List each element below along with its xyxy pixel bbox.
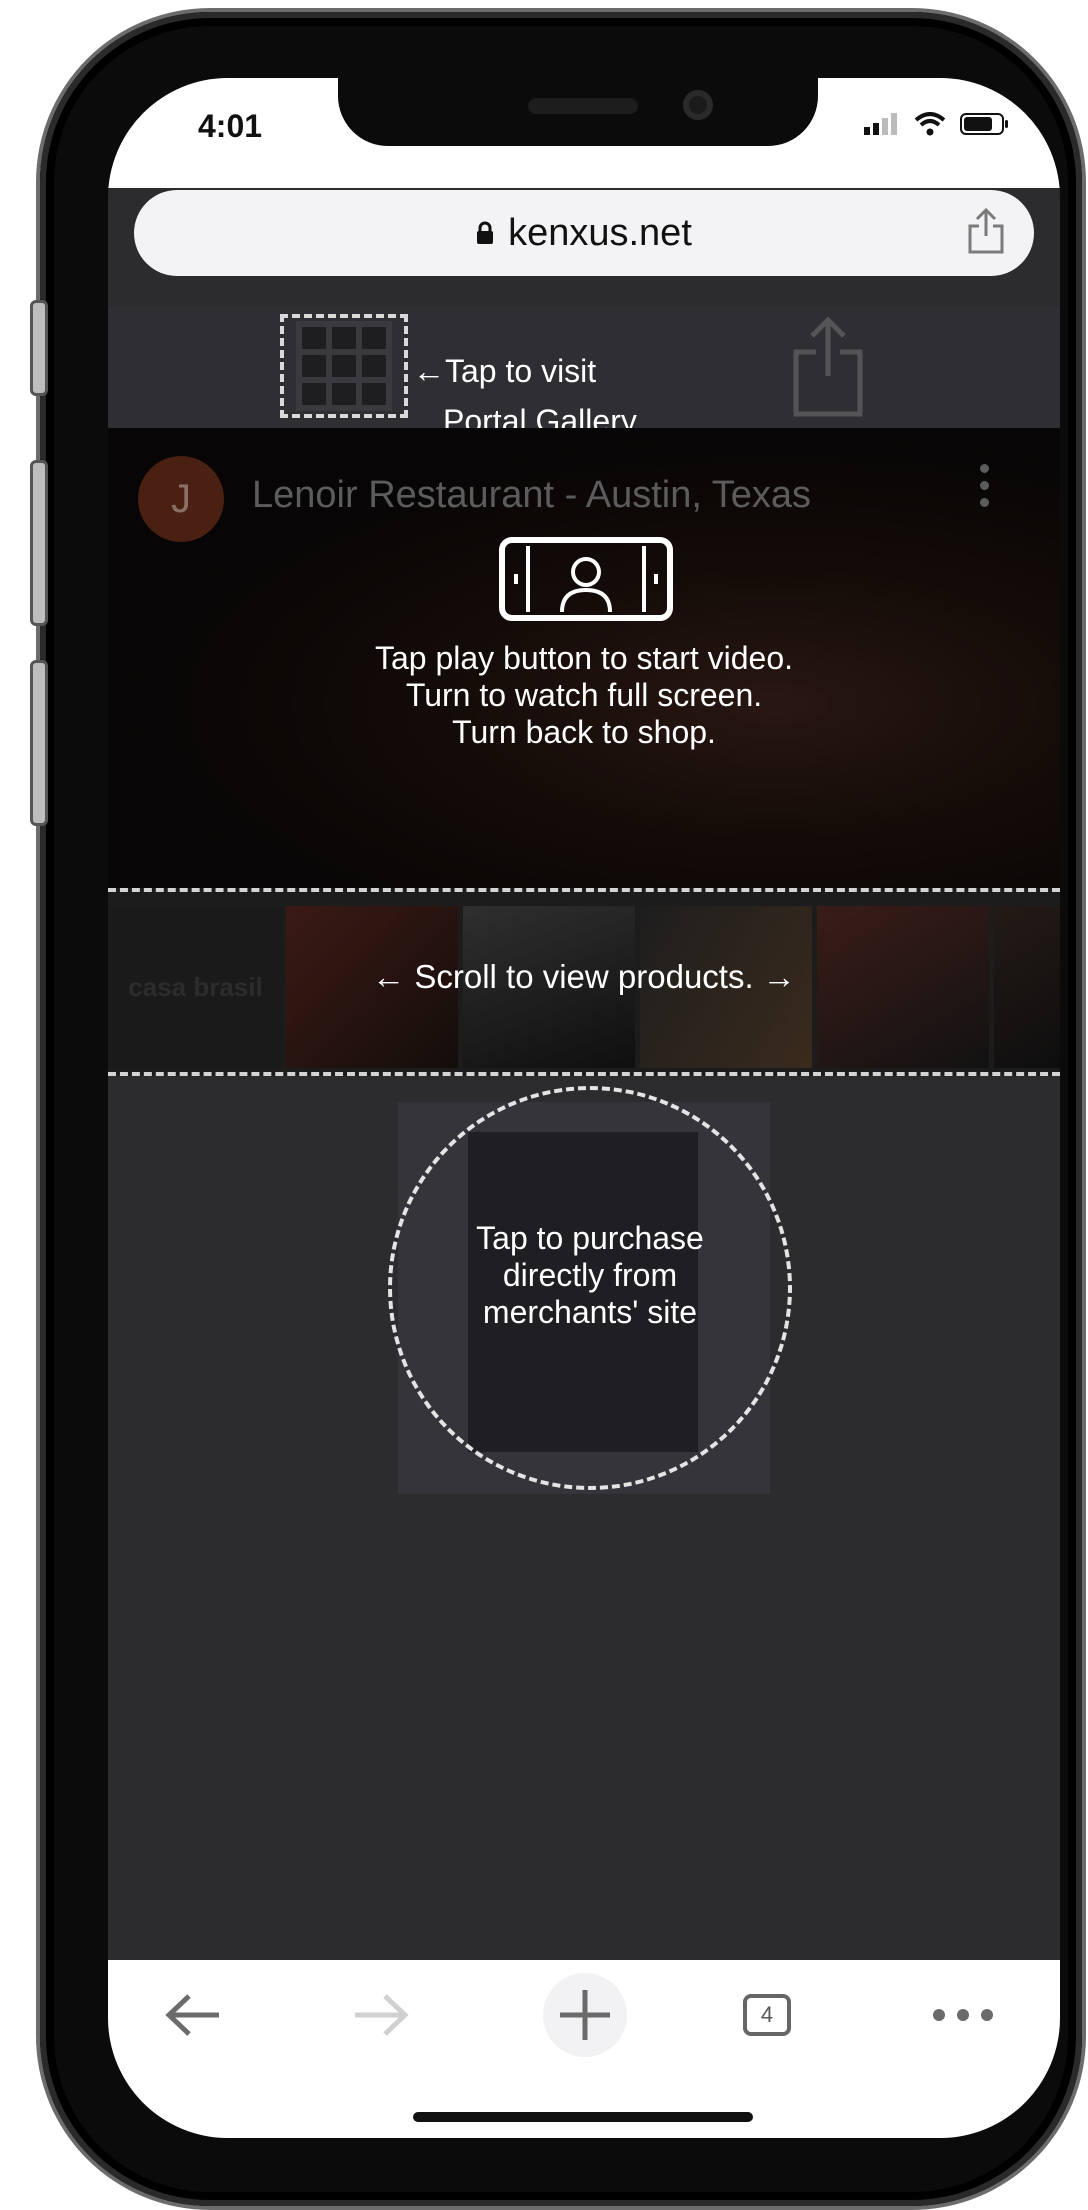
tabs-button[interactable]: 4: [722, 1980, 812, 2050]
scroll-hint: ← Scroll to view products. →: [372, 958, 796, 995]
portal-hint-line1: ←Tap to visit: [413, 353, 597, 389]
new-tab-button[interactable]: [540, 1973, 630, 2057]
purchase-hint-line3: merchants' site: [482, 1294, 698, 1330]
purchase-hint: Tap to purchase directly from merchants'…: [388, 1220, 792, 1331]
more-icon: [933, 2009, 993, 2021]
more-button[interactable]: [918, 1980, 1008, 2050]
back-arrow-icon: [165, 1994, 219, 2036]
divider: [108, 888, 1060, 892]
video-instructions: Tap play button to start video. Turn to …: [108, 640, 1060, 751]
purchase-hint-line2: directly from: [502, 1257, 678, 1293]
new-tab-icon: [543, 1973, 627, 2057]
video-instruction-line1: Tap play button to start video.: [374, 640, 794, 676]
forward-button[interactable]: [336, 1980, 426, 2050]
share-icon[interactable]: [788, 314, 868, 418]
purchase-hint-line1: Tap to purchase: [476, 1220, 704, 1256]
notch: [338, 78, 818, 146]
front-camera: [683, 90, 713, 120]
lock-icon: [477, 221, 494, 244]
grid-icon: [296, 321, 392, 411]
product-detail-area: Tap to purchase directly from merchants'…: [108, 1076, 1060, 1956]
portal-bar: ←Tap to visit Portal Gallery: [108, 306, 1060, 439]
phone-screen: 4:01 kenxus.net ←Tap to visit Portal Gal…: [108, 78, 1060, 2138]
home-indicator[interactable]: [413, 2112, 753, 2122]
forward-arrow-icon: [355, 1994, 409, 2036]
video-instruction-line3: Turn back to shop.: [452, 714, 716, 750]
product-carousel[interactable]: casa brasil ← Scroll to view products. →: [108, 888, 1060, 1076]
address-bar[interactable]: kenxus.net: [134, 190, 1034, 276]
more-vertical-icon[interactable]: [980, 464, 990, 507]
share-icon[interactable]: [966, 208, 1006, 254]
video-title: Lenoir Restaurant - Austin, Texas: [252, 474, 812, 516]
video-instruction-line2: Turn to watch full screen.: [405, 677, 763, 713]
address-text: kenxus.net: [508, 211, 692, 254]
rotate-phone-icon: [499, 537, 673, 621]
speaker: [528, 98, 638, 114]
back-button[interactable]: [148, 1980, 238, 2050]
silent-switch: [30, 300, 48, 396]
tabs-icon: 4: [743, 1994, 791, 2036]
volume-down-button: [30, 660, 48, 826]
browser-toolbar: 4: [108, 1960, 1060, 2138]
video-player[interactable]: J Lenoir Restaurant - Austin, Texas Tap …: [108, 428, 1060, 888]
portal-gallery-button[interactable]: [280, 314, 408, 418]
avatar: J: [138, 456, 224, 542]
volume-up-button: [30, 460, 48, 626]
